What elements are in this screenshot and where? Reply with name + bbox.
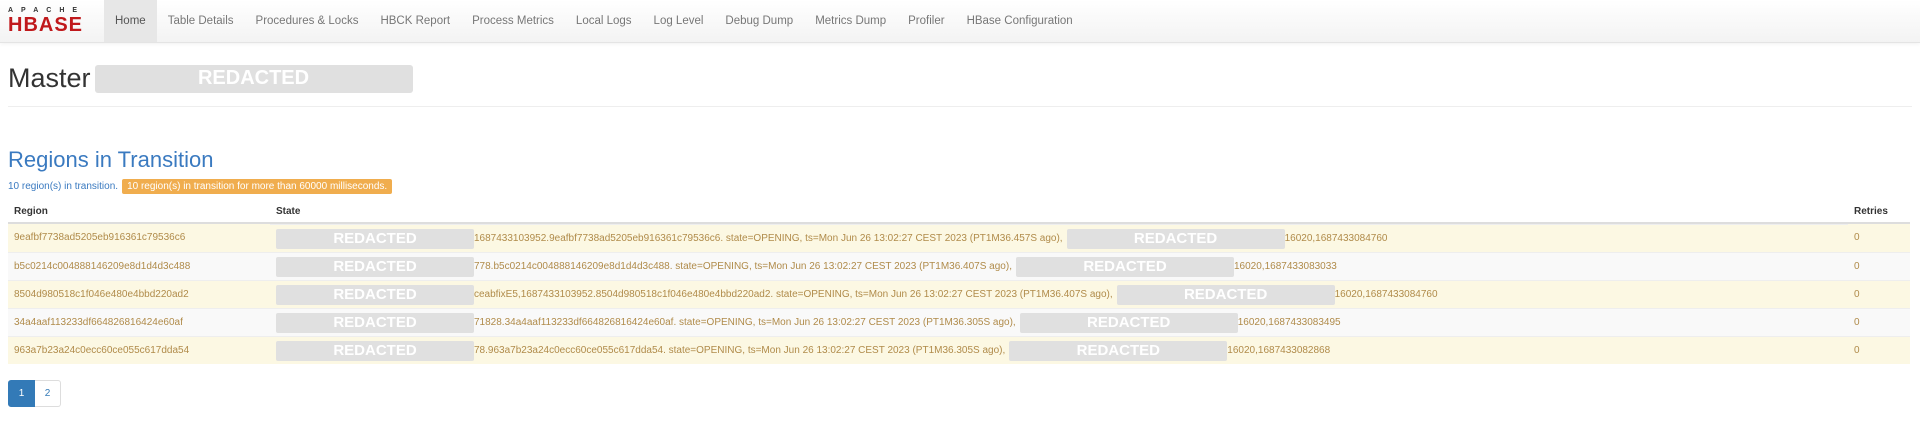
retries-cell: 0: [1848, 222, 1910, 252]
rit-count: 10 region(s) in transition.: [8, 181, 119, 192]
redacted-block: REDACTED: [1009, 340, 1228, 361]
rit-summary: 10 region(s) in transition. 10 region(s)…: [8, 179, 1912, 194]
region-cell: 34a4aaf113233df664826816424e60af: [8, 307, 270, 336]
redacted-block: REDACTED: [1019, 312, 1238, 333]
state-cell: REDACTED ceabfixE5,1687433103952.8504d98…: [270, 280, 1848, 308]
nav-menu: Home Table Details Procedures & Locks HB…: [104, 0, 1084, 42]
state-cell: REDACTED 71828.34a4aaf113233df6648268164…: [270, 308, 1848, 336]
redacted-block: REDACTED: [1116, 284, 1335, 305]
rit-title: Regions in Transition: [8, 147, 214, 172]
region-cell: 9eafbf7738ad5205eb916361c79536c6: [8, 222, 270, 252]
rit-warning-badge: 10 region(s) in transition for more than…: [122, 179, 393, 194]
state-cell: REDACTED 1687433103952.9eafbf7738ad5205e…: [270, 224, 1848, 252]
state-text: 778.b5c0214c004888146209e8d1d4d3c488. st…: [474, 261, 1012, 272]
table-row: 34a4aaf113233df664826816424e60af REDACTE…: [8, 307, 1910, 336]
page-header: Master REDACTED: [8, 63, 1912, 107]
state-text: 1687433103952.9eafbf7738ad5205eb916361c7…: [474, 233, 1063, 244]
state-server: 16020,1687433084760: [1284, 233, 1388, 244]
column-state: State: [270, 200, 1848, 224]
nav-home[interactable]: Home: [104, 0, 157, 42]
nav-table-details[interactable]: Table Details: [157, 0, 245, 42]
retries-cell: 0: [1848, 307, 1910, 336]
redacted-hostname: REDACTED: [94, 64, 413, 93]
state-server: 16020,1687433083495: [1237, 317, 1341, 328]
nav-hbase-configuration[interactable]: HBase Configuration: [956, 0, 1084, 42]
table-header-row: Region State Retries: [8, 200, 1910, 224]
page-title: Master: [8, 63, 91, 93]
table-row: 8504d980518c1f046e480e4bbd220ad2 REDACTE…: [8, 279, 1910, 308]
nav-procedures-locks[interactable]: Procedures & Locks: [245, 0, 370, 42]
pagination: 1 2: [8, 380, 1912, 407]
table-row: b5c0214c004888146209e8d1d4d3c488 REDACTE…: [8, 251, 1910, 280]
rit-table: Region State Retries 9eafbf7738ad5205eb9…: [8, 200, 1910, 364]
navbar: APACHE HBASE Home Table Details Procedur…: [0, 0, 1920, 43]
retries-cell: 0: [1848, 251, 1910, 280]
table-row: 9eafbf7738ad5205eb916361c79536c6 REDACTE…: [8, 222, 1910, 252]
region-cell: 963a7b23a24c0ecc60ce055c617dda54: [8, 335, 270, 364]
retries-cell: 0: [1848, 335, 1910, 364]
state-text: 71828.34a4aaf113233df664826816424e60af. …: [474, 317, 1016, 328]
redacted-block: REDACTED: [276, 340, 474, 361]
column-retries: Retries: [1848, 200, 1910, 224]
redacted-block: REDACTED: [1015, 256, 1234, 277]
state-cell: REDACTED 778.b5c0214c004888146209e8d1d4d…: [270, 252, 1848, 280]
state-server: 16020,1687433082868: [1227, 345, 1331, 356]
state-server: 16020,1687433083033: [1233, 261, 1337, 272]
nav-debug-dump[interactable]: Debug Dump: [714, 0, 804, 42]
redacted-block: REDACTED: [276, 228, 474, 249]
redacted-block: REDACTED: [276, 312, 474, 333]
nav-hbck-report[interactable]: HBCK Report: [369, 0, 461, 42]
state-text: ceabfixE5,1687433103952.8504d980518c1f04…: [474, 289, 1113, 300]
region-cell: 8504d980518c1f046e480e4bbd220ad2: [8, 279, 270, 308]
nav-log-level[interactable]: Log Level: [643, 0, 715, 42]
table-row: 963a7b23a24c0ecc60ce055c617dda54 REDACTE…: [8, 335, 1910, 364]
redacted-block: REDACTED: [1066, 228, 1285, 249]
state-text: 78.963a7b23a24c0ecc60ce055c617dda54. sta…: [474, 345, 1006, 356]
hbase-logo[interactable]: APACHE HBASE: [0, 0, 104, 42]
nav-metrics-dump[interactable]: Metrics Dump: [804, 0, 897, 42]
column-region: Region: [8, 200, 270, 224]
nav-process-metrics[interactable]: Process Metrics: [461, 0, 565, 42]
state-cell: REDACTED 78.963a7b23a24c0ecc60ce055c617d…: [270, 336, 1848, 364]
page-2-button[interactable]: 2: [35, 380, 61, 407]
state-server: 16020,1687433084760: [1334, 289, 1438, 300]
redacted-block: REDACTED: [276, 256, 474, 277]
nav-local-logs[interactable]: Local Logs: [565, 0, 643, 42]
retries-cell: 0: [1848, 279, 1910, 308]
page-1-button[interactable]: 1: [8, 380, 35, 407]
logo-hbase-text: HBASE: [8, 14, 84, 36]
region-cell: b5c0214c004888146209e8d1d4d3c488: [8, 251, 270, 280]
nav-profiler[interactable]: Profiler: [897, 0, 955, 42]
redacted-block: REDACTED: [276, 284, 474, 305]
